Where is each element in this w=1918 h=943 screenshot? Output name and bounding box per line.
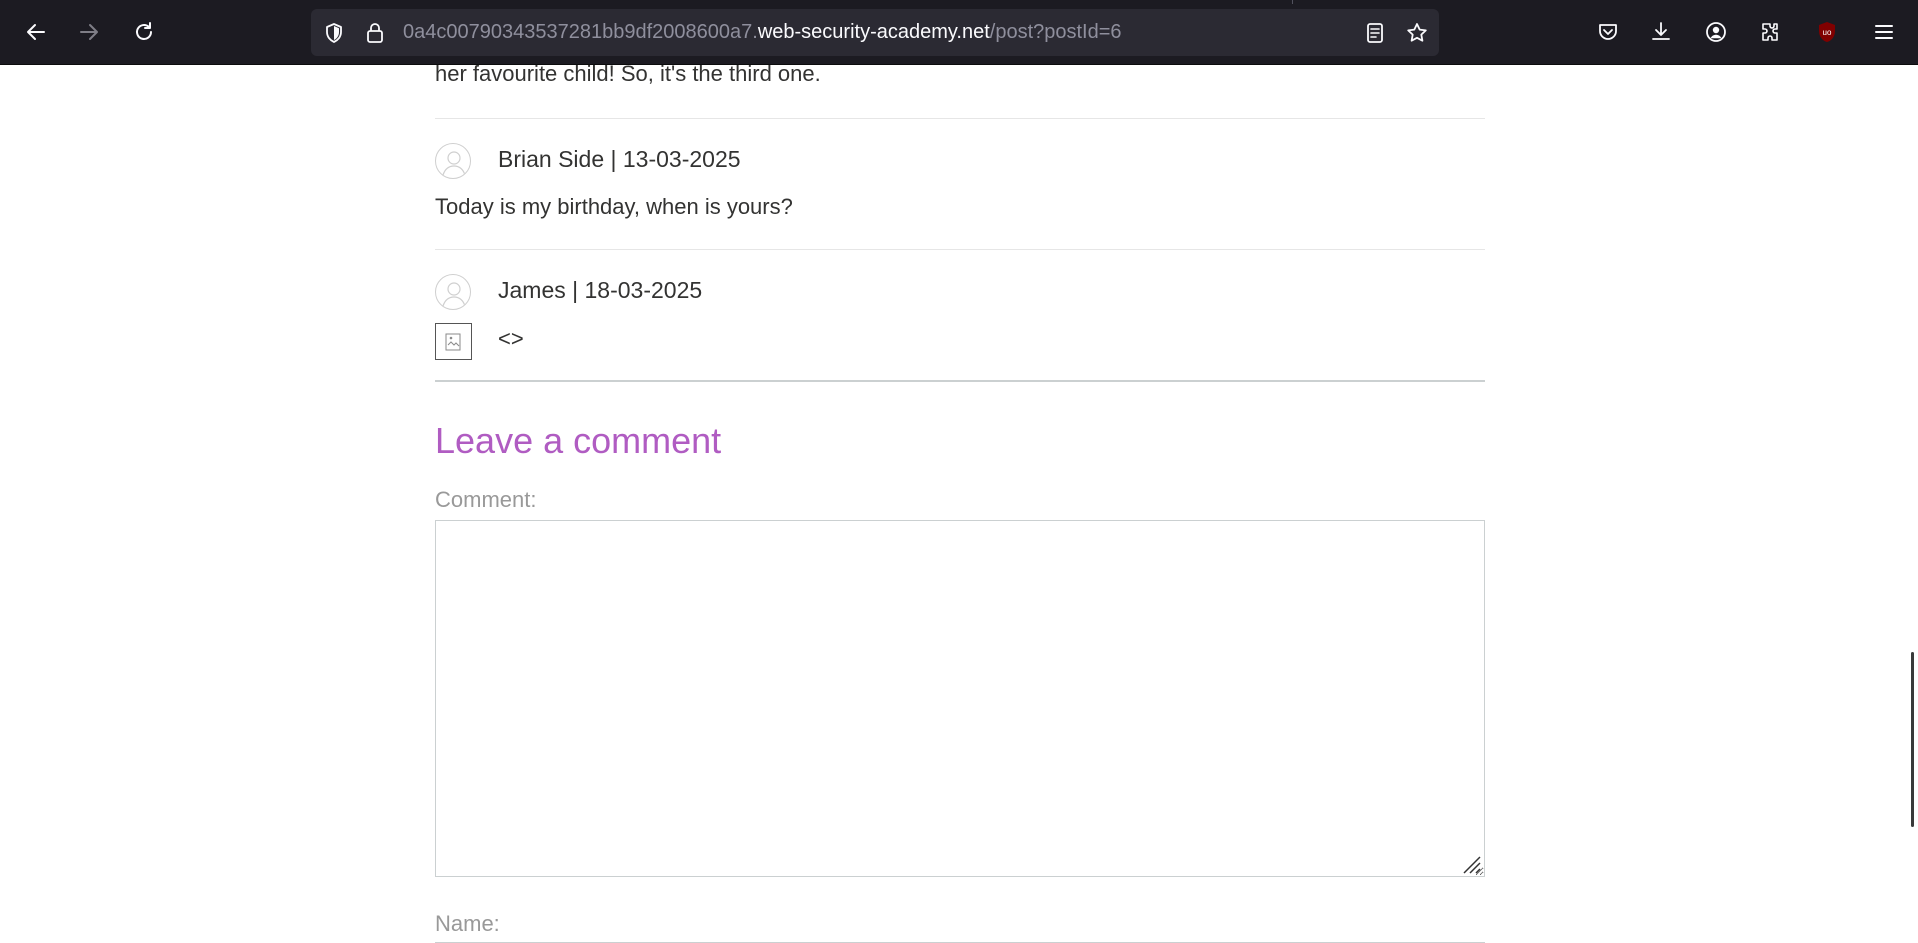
forward-arrow-icon — [80, 24, 98, 40]
comment-author-date: Brian Side | 13-03-2025 — [498, 146, 741, 172]
back-arrow-icon — [27, 24, 45, 40]
back-button[interactable] — [18, 14, 54, 50]
browser-toolbar: 0a4c00790343537281bb9df2008600a7.web-sec… — [0, 0, 1918, 65]
avatar — [435, 143, 471, 179]
comment-body: Today is my birthday, when is yours? — [435, 194, 793, 219]
ublock-badge: uo — [1823, 28, 1832, 37]
url-path: /post?postId=6 — [989, 21, 1122, 43]
comment-label: Comment: — [435, 487, 537, 512]
reader-view-icon[interactable] — [1362, 20, 1388, 46]
lock-icon[interactable] — [362, 20, 388, 46]
bookmark-star-icon[interactable] — [1404, 20, 1430, 46]
user-avatar-icon — [442, 151, 466, 176]
reload-icon — [136, 22, 152, 40]
comment-author-date: James | 18-03-2025 — [498, 277, 703, 303]
account-icon — [1706, 22, 1726, 42]
name-label: Name: — [435, 911, 500, 936]
leave-comment-heading: Leave a comment — [435, 420, 722, 461]
ublock-origin-icon: uo — [1819, 22, 1835, 42]
url-text[interactable]: 0a4c00790343537281bb9df2008600a7.web-sec… — [403, 9, 1122, 56]
name-input[interactable] — [435, 935, 1485, 943]
reload-button[interactable] — [126, 14, 162, 50]
pocket-button[interactable] — [1590, 14, 1626, 50]
pocket-icon — [1599, 24, 1617, 40]
url-prefix: 0a4c00790343537281bb9df2008600a7. — [403, 21, 758, 43]
avatar — [435, 274, 471, 310]
comment-divider — [435, 249, 1485, 250]
broken-image-icon — [435, 323, 472, 360]
tracking-protection-shield-icon[interactable] — [321, 20, 347, 46]
ublock-origin-button[interactable]: uo — [1809, 14, 1845, 50]
url-domain: web-security-academy.net — [757, 21, 990, 43]
scrollbar-thumb[interactable] — [1911, 652, 1914, 827]
extensions-button[interactable] — [1752, 14, 1788, 50]
hamburger-menu-icon — [1875, 25, 1893, 39]
comment-body: <> — [498, 326, 524, 351]
resize-grip-icon[interactable] — [1459, 852, 1481, 874]
downloads-button[interactable] — [1643, 14, 1679, 50]
previous-comment-body: her favourite child! So, it's the third … — [435, 65, 821, 86]
url-bar[interactable]: 0a4c00790343537281bb9df2008600a7.web-sec… — [311, 9, 1439, 56]
forward-button[interactable] — [71, 14, 107, 50]
comments-end-divider — [435, 380, 1485, 382]
page-content: her favourite child! So, it's the third … — [0, 65, 1918, 943]
comment-divider — [435, 118, 1485, 119]
download-icon — [1652, 22, 1670, 40]
tab-separator — [1292, 0, 1293, 4]
extensions-puzzle-icon — [1762, 23, 1778, 41]
account-button[interactable] — [1698, 14, 1734, 50]
comment-textarea[interactable] — [435, 520, 1485, 877]
app-menu-button[interactable] — [1866, 14, 1902, 50]
user-avatar-icon — [442, 282, 466, 307]
